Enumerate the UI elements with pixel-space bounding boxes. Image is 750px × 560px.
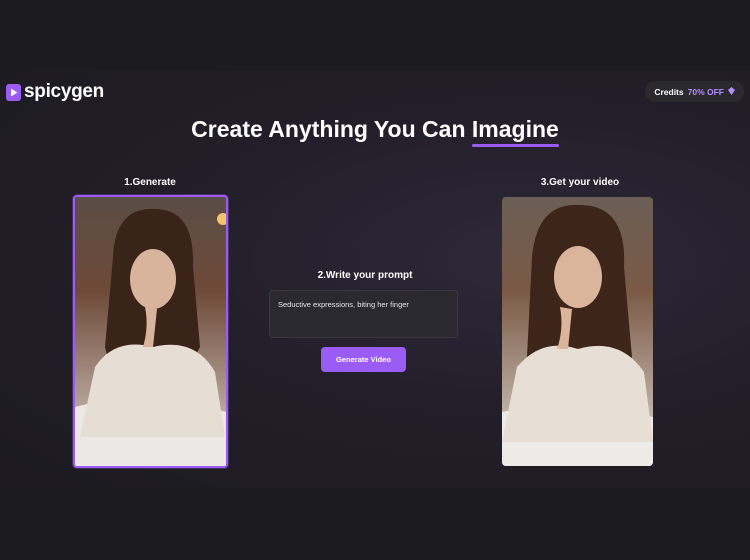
- generated-video[interactable]: [502, 197, 653, 466]
- play-icon: [6, 83, 21, 101]
- credits-label: Credits: [654, 86, 684, 97]
- step-prompt-label: 2.Write your prompt: [317, 270, 413, 281]
- page-title: Create Anything You Can Imagine: [0, 116, 750, 147]
- step-generate-label: 1.Generate: [124, 177, 176, 188]
- video-frame-illustration: [502, 197, 653, 466]
- brand-name: spicygen: [24, 81, 104, 102]
- portrait-illustration: [75, 197, 226, 466]
- generate-video-button[interactable]: Generate Video: [321, 347, 406, 372]
- generated-image[interactable]: [73, 195, 228, 468]
- title-main: Create Anything You Can: [191, 116, 466, 142]
- title-accent: Imagine: [471, 116, 559, 147]
- credits-button[interactable]: Credits 70% OFF: [645, 81, 744, 102]
- credits-offer: 70% OFF: [687, 86, 724, 97]
- diamond-icon: [728, 86, 735, 97]
- brand-logo[interactable]: spicygen: [6, 81, 104, 103]
- top-bar: [0, 70, 750, 110]
- step-video-label: 3.Get your video: [540, 177, 620, 188]
- prompt-input[interactable]: Seductive expressions, biting her finger: [269, 290, 458, 338]
